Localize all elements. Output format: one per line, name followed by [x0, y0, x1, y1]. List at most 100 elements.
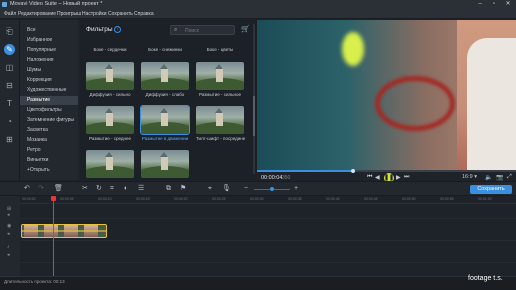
skip-back-icon[interactable]: ⏮: [367, 174, 372, 181]
transitions-icon[interactable]: ◫: [4, 62, 15, 73]
video-track-audio-icon[interactable]: ◂: [7, 231, 10, 237]
next-frame-icon[interactable]: ▶: [396, 174, 401, 181]
text-icon[interactable]: T: [4, 98, 15, 109]
zoom-in-icon[interactable]: +: [294, 185, 298, 193]
filters-icon[interactable]: ✎: [4, 44, 15, 55]
category-item[interactable]: Ретро: [20, 146, 78, 155]
maximize-button[interactable]: ▫: [488, 0, 500, 9]
help-icon[interactable]: ?: [114, 26, 121, 33]
filter-thumbnail: [141, 150, 189, 178]
menu-playback[interactable]: Проигрыш: [57, 9, 81, 19]
rotate-icon[interactable]: ↻: [96, 185, 102, 193]
delete-icon[interactable]: 🗑: [54, 185, 63, 193]
stickers-icon[interactable]: ◔: [4, 116, 15, 127]
redo-icon[interactable]: ↷: [38, 185, 44, 193]
ruler-tick-label: 00:00:40: [326, 197, 340, 201]
filter-tile-selected[interactable]: Размытие в движении: [140, 105, 190, 146]
playback-progress-handle[interactable]: [350, 169, 355, 173]
color-adjust-icon[interactable]: ◐: [124, 185, 128, 193]
track-mute-icon[interactable]: ◂: [7, 212, 10, 218]
category-item[interactable]: Затемнение фигуры: [20, 116, 78, 125]
overlay-icon[interactable]: ⧉: [166, 185, 171, 193]
video-preview[interactable]: [257, 20, 516, 170]
cut-icon[interactable]: ✂: [82, 185, 88, 193]
category-item[interactable]: Коррекция: [20, 76, 78, 85]
audio-track-icon[interactable]: ♪: [7, 244, 10, 250]
filter-tile[interactable]: Тилт-шифт - посредине: [196, 106, 246, 146]
fullscreen-icon[interactable]: ⤢: [507, 174, 512, 181]
watermark: footage t.s.: [468, 275, 503, 282]
category-item[interactable]: Все: [20, 26, 78, 35]
ruler-tick-label: 00:00:30: [250, 197, 264, 201]
category-item[interactable]: Наложения: [20, 56, 78, 65]
snapshot-icon[interactable]: 📷: [496, 174, 503, 181]
more-tools-icon[interactable]: ⊞: [4, 134, 15, 145]
import-icon[interactable]: ⎗: [4, 26, 15, 37]
clip-audio-waveform: [22, 230, 106, 232]
menu-edit[interactable]: Редактирование: [18, 9, 56, 19]
filters-scrollbar-thumb[interactable]: [253, 96, 255, 136]
category-item[interactable]: Мозаика: [20, 136, 78, 145]
prev-frame-icon[interactable]: ◀: [375, 174, 380, 181]
timeline-toolbar: ↶ ↷ 🗑 ✂ ↻ ⌗ ◐ ☰ ⧉ ⚑ ⌖ 🎙 − + Сохранить: [0, 181, 516, 196]
category-item[interactable]: +Открыть: [20, 166, 78, 175]
filter-label: Размытие - сильное: [199, 92, 241, 97]
search-box[interactable]: ⌕: [170, 25, 235, 35]
category-item-active[interactable]: Размытие: [20, 96, 78, 105]
filter-thumbnail: [86, 150, 134, 178]
category-item[interactable]: Шумы: [20, 66, 78, 75]
audio-track-mute-icon[interactable]: ◂: [7, 252, 10, 258]
settings-icon[interactable]: ☰: [138, 185, 144, 193]
filter-tile[interactable]: [86, 150, 134, 180]
category-item[interactable]: Цветофильтры: [20, 106, 78, 115]
filter-thumbnail: [86, 62, 134, 90]
microphone-icon[interactable]: 🎙: [222, 185, 231, 193]
aspect-ratio-select[interactable]: 16:9 ▾: [462, 174, 477, 180]
track-headers: ⊞ ◂ ◉ ◂ ♪ ◂: [0, 196, 20, 276]
search-icon: ⌕: [174, 27, 178, 33]
category-item[interactable]: Популярные: [20, 46, 78, 55]
playhead[interactable]: [51, 196, 56, 276]
category-item[interactable]: Художественные: [20, 86, 78, 95]
crop-icon[interactable]: ⌗: [110, 185, 114, 193]
menu-save[interactable]: Сохранить: [108, 9, 133, 19]
time-ruler[interactable]: 00:00:00 00:00:05 00:00:10 00:00:15 00:0…: [20, 196, 516, 204]
category-item[interactable]: Засветка: [20, 126, 78, 135]
filter-label: Размытие - среднее: [88, 136, 132, 141]
menu-file[interactable]: Файл: [4, 9, 16, 19]
volume-icon[interactable]: 🔈: [485, 174, 492, 181]
category-item[interactable]: Виньетки: [20, 156, 78, 165]
search-input[interactable]: [185, 27, 233, 34]
menu-settings[interactable]: Настройки: [82, 9, 107, 19]
audio-track[interactable]: [20, 241, 516, 263]
zoom-out-icon[interactable]: −: [244, 185, 248, 193]
ruler-tick-label: 00:01:00: [478, 197, 492, 201]
ruler-tick-label: 00:00:10: [98, 197, 112, 201]
filter-tile[interactable]: Диффузия - слабо: [141, 62, 189, 102]
video-clip[interactable]: [21, 224, 107, 238]
video-track-icon[interactable]: ◉: [7, 223, 11, 229]
filter-tile[interactable]: Размытие - среднее: [86, 106, 134, 146]
filter-tile[interactable]: Размытие - сильное: [196, 62, 244, 102]
skip-forward-icon[interactable]: ⏭: [404, 174, 409, 181]
category-item[interactable]: Избранное: [20, 36, 78, 45]
location-icon[interactable]: ⌖: [208, 185, 212, 193]
overlay-track[interactable]: [20, 205, 516, 219]
status-bar: Длительность проекта: 00:13: [0, 276, 516, 290]
store-cart-icon[interactable]: 🛒: [241, 25, 250, 33]
ruler-tick-label: 00:00:15: [136, 197, 150, 201]
filter-tile[interactable]: [141, 150, 189, 180]
ruler-tick-label: 00:00:20: [174, 197, 188, 201]
save-button[interactable]: Сохранить: [470, 185, 512, 194]
titles-icon[interactable]: ⊟: [4, 80, 15, 91]
filters-title: Фильтры: [86, 26, 113, 33]
undo-icon[interactable]: ↶: [24, 185, 30, 193]
close-button[interactable]: ✕: [502, 0, 514, 9]
menu-help[interactable]: Справка: [134, 9, 154, 19]
marker-icon[interactable]: ⚑: [180, 185, 186, 193]
filter-label: Тилт-шифт - посредине: [196, 136, 246, 141]
zoom-slider-handle[interactable]: [270, 187, 274, 191]
filter-label: Боке - снежинки: [148, 47, 182, 52]
filter-tile[interactable]: Диффузия - сильно: [86, 62, 134, 102]
minimize-button[interactable]: –: [474, 0, 486, 9]
